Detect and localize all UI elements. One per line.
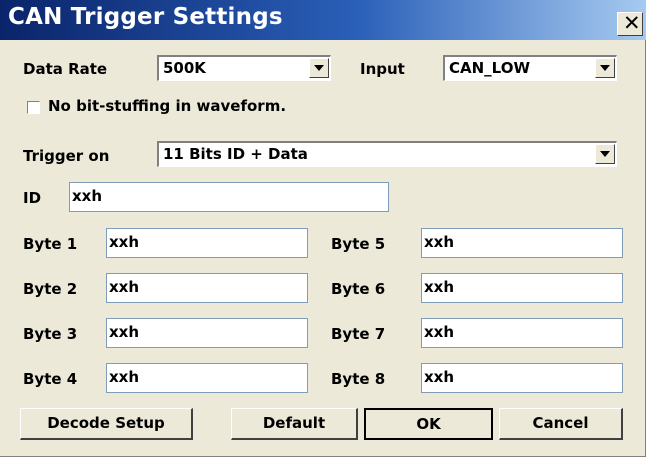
window-title: CAN Trigger Settings — [8, 4, 283, 30]
byte-7-value: xxh — [424, 323, 455, 341]
byte-1-value: xxh — [109, 233, 140, 251]
byte-5-input[interactable]: xxh — [421, 228, 623, 258]
byte-1-label: Byte 1 — [23, 235, 78, 253]
cancel-button[interactable]: Cancel — [499, 408, 623, 440]
byte-7-input[interactable]: xxh — [421, 318, 623, 348]
byte-4-label: Byte 4 — [23, 370, 78, 388]
byte-8-label: Byte 8 — [331, 370, 386, 388]
close-button[interactable]: ✕ — [617, 11, 643, 36]
byte-4-input[interactable]: xxh — [106, 363, 308, 393]
byte-3-value: xxh — [109, 323, 140, 341]
no-bit-stuffing-label[interactable]: No bit-stuffing in waveform. — [48, 97, 286, 115]
byte-6-label: Byte 6 — [331, 280, 386, 298]
decode-setup-button[interactable]: Decode Setup — [20, 408, 193, 440]
byte-6-input[interactable]: xxh — [421, 273, 623, 303]
ok-button-label: OK — [416, 415, 441, 433]
byte-8-value: xxh — [424, 368, 455, 386]
input-value: CAN_LOW — [449, 59, 530, 77]
id-value: xxh — [72, 187, 103, 205]
byte-2-label: Byte 2 — [23, 280, 78, 298]
input-dropdown-button[interactable] — [595, 58, 615, 78]
byte-7-label: Byte 7 — [331, 325, 386, 343]
data-rate-value: 500K — [163, 59, 206, 77]
default-button-label: Default — [262, 414, 326, 432]
no-bit-stuffing-checkbox[interactable] — [27, 101, 40, 114]
trigger-on-dropdown-button[interactable] — [595, 144, 615, 164]
byte-2-input[interactable]: xxh — [106, 273, 308, 303]
data-rate-dropdown-button[interactable] — [309, 58, 329, 78]
data-rate-label: Data Rate — [23, 60, 108, 78]
ok-button[interactable]: OK — [364, 408, 493, 440]
data-rate-select[interactable]: 500K — [157, 55, 331, 81]
byte-3-label: Byte 3 — [23, 325, 78, 343]
title-bar: CAN Trigger Settings ✕ — [0, 0, 646, 40]
byte-1-input[interactable]: xxh — [106, 228, 308, 258]
byte-5-value: xxh — [424, 233, 455, 251]
default-button[interactable]: Default — [231, 408, 358, 440]
chevron-down-icon — [600, 151, 610, 157]
id-label: ID — [23, 189, 42, 207]
trigger-on-label: Trigger on — [23, 147, 110, 165]
can-trigger-dialog: CAN Trigger Settings ✕ Data Rate 500K In… — [0, 0, 646, 457]
trigger-on-select[interactable]: 11 Bits ID + Data — [157, 141, 617, 167]
byte-4-value: xxh — [109, 368, 140, 386]
chevron-down-icon — [600, 65, 610, 71]
cancel-button-label: Cancel — [532, 414, 589, 432]
input-label: Input — [360, 60, 405, 78]
decode-setup-button-label: Decode Setup — [47, 414, 165, 432]
input-select[interactable]: CAN_LOW — [443, 55, 617, 81]
close-icon: ✕ — [623, 11, 641, 35]
byte-8-input[interactable]: xxh — [421, 363, 623, 393]
byte-2-value: xxh — [109, 278, 140, 296]
chevron-down-icon — [314, 65, 324, 71]
byte-6-value: xxh — [424, 278, 455, 296]
byte-5-label: Byte 5 — [331, 235, 386, 253]
byte-3-input[interactable]: xxh — [106, 318, 308, 348]
trigger-on-value: 11 Bits ID + Data — [163, 145, 308, 163]
id-input[interactable]: xxh — [69, 182, 389, 212]
